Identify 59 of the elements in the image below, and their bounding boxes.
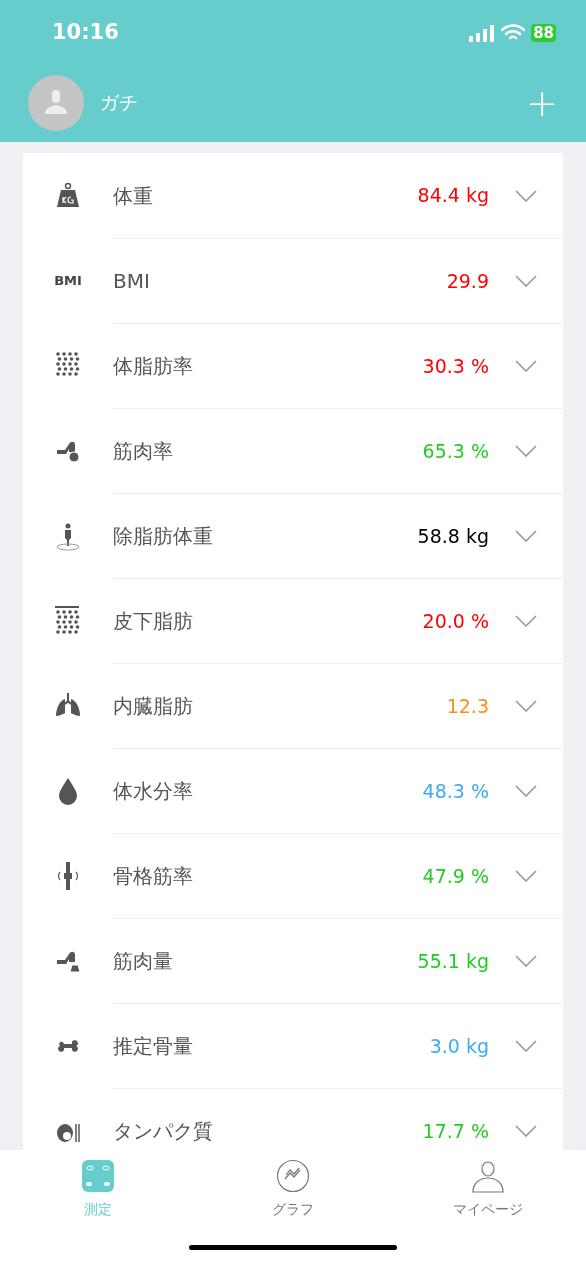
person-icon (43, 89, 69, 116)
wifi-icon (501, 23, 526, 42)
chevron-down-icon[interactable] (515, 445, 537, 457)
metric-row[interactable]: 筋肉率 65.3 % (23, 408, 563, 493)
chevron-down-icon[interactable] (515, 955, 537, 967)
user-name: ガチ (100, 90, 138, 116)
chevron-down-icon[interactable] (515, 189, 537, 202)
metric-label: BMI (113, 268, 150, 295)
metric-label: タンパク質 (113, 1118, 213, 1145)
metric-value: 3.0 kg (429, 1033, 489, 1059)
chevron-down-icon[interactable] (515, 1125, 537, 1137)
metric-value: 58.8 kg (417, 523, 489, 549)
metric-label: 骨格筋率 (113, 863, 193, 890)
metric-value: 65.3 % (422, 438, 489, 464)
metric-label: 除脂肪体重 (113, 523, 213, 550)
metric-label: 体水分率 (113, 778, 193, 805)
metric-value: 55.1 kg (417, 948, 489, 974)
metric-row[interactable]: 筋肉量 55.1 kg (23, 918, 563, 1003)
metric-label: 内臓脂肪 (113, 693, 193, 720)
status-time: 10:16 (52, 18, 119, 46)
metric-row[interactable]: 体脂肪率 30.3 % (23, 323, 563, 408)
metric-row[interactable]: 体水分率 48.3 % (23, 748, 563, 833)
metric-row[interactable]: 除脂肪体重 58.8 kg (23, 493, 563, 578)
metric-value: 47.9 % (422, 863, 489, 889)
metric-label: 推定骨量 (113, 1033, 193, 1060)
metric-row[interactable]: 推定骨量 3.0 kg (23, 1003, 563, 1088)
metric-row[interactable]: 内臓脂肪 12.3 (23, 663, 563, 748)
metric-value: 29.9 (446, 268, 489, 294)
metric-label: 体脂肪率 (113, 353, 193, 380)
metric-row[interactable]: 骨格筋率 47.9 % (23, 833, 563, 918)
chevron-down-icon[interactable] (515, 360, 537, 372)
metric-label: 体重 (113, 182, 153, 210)
metric-value: 20.0 % (422, 608, 489, 634)
metric-value: 48.3 % (422, 778, 489, 804)
metric-label: 皮下脂肪 (113, 608, 193, 635)
metric-label: 筋肉量 (113, 948, 173, 975)
signal-icon (469, 23, 496, 42)
chevron-down-icon[interactable] (515, 275, 537, 287)
metric-value: 84.4 kg (417, 183, 489, 209)
metric-value: 12.3 (446, 693, 489, 719)
chevron-down-icon[interactable] (515, 785, 537, 797)
battery-indicator: 88 (531, 23, 556, 42)
metric-label: 筋肉率 (113, 438, 173, 465)
chevron-down-icon[interactable] (515, 1040, 537, 1052)
tab[interactable]: マイページ (428, 1159, 549, 1220)
chevron-down-icon[interactable] (515, 700, 537, 712)
chevron-down-icon[interactable] (515, 870, 537, 882)
metric-row[interactable]: BMI BMI 29.9 (23, 238, 563, 323)
chart-circle-icon (276, 1159, 310, 1193)
bmi-label-icon: BMI (54, 270, 82, 291)
chevron-down-icon[interactable] (515, 530, 537, 542)
chevron-down-icon[interactable] (515, 615, 537, 627)
scale-icon (80, 1159, 115, 1193)
metric-value: 17.7 % (422, 1118, 489, 1144)
metric-row[interactable]: 皮下脂肪 20.0 % (23, 578, 563, 663)
profile-icon (471, 1159, 506, 1193)
metric-value: 30.3 % (422, 353, 489, 379)
tab[interactable]: グラフ (233, 1159, 353, 1220)
metric-row[interactable]: 体重 84.4 kg (23, 153, 563, 238)
